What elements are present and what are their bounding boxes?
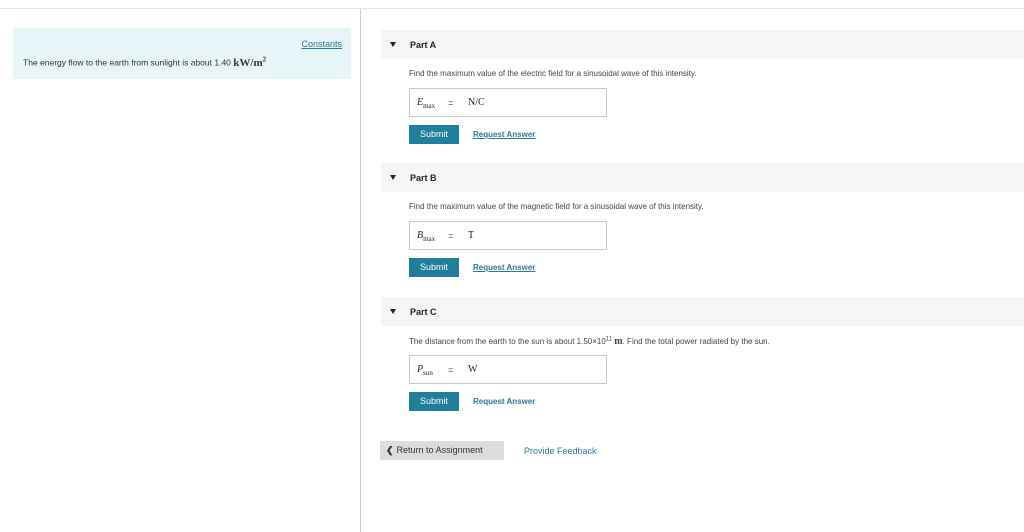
equals-sign: = (448, 231, 454, 241)
collapse-triangle-icon[interactable] (390, 42, 396, 47)
equals-sign: = (448, 98, 454, 108)
part-b-submit-button[interactable]: Submit (409, 258, 459, 277)
part-c-title: Part C (410, 307, 437, 317)
part-c: Part C The distance from the earth to th… (381, 297, 1024, 411)
intro-unit: kW/m2 (233, 55, 267, 69)
answer-variable: Psun (417, 364, 433, 377)
answer-unit: T (468, 230, 475, 241)
part-c-submit-button[interactable]: Submit (409, 392, 459, 411)
top-rule (0, 8, 1024, 9)
problem-intro-panel: Constants The energy flow to the earth f… (13, 28, 351, 79)
part-a-request-answer-link[interactable]: Request Answer (473, 130, 535, 139)
part-b-request-answer-link[interactable]: Request Answer (473, 263, 535, 272)
intro-text: The energy flow to the earth from sunlig… (23, 57, 231, 68)
part-c-header[interactable]: Part C (381, 297, 1024, 326)
part-c-question: The distance from the earth to the sun i… (409, 336, 770, 347)
return-to-assignment-button[interactable]: ❮ Return to Assignment (380, 441, 504, 460)
answer-unit: N/C (468, 97, 485, 108)
part-b-header[interactable]: Part B (381, 163, 1024, 192)
constants-link[interactable]: Constants (301, 39, 342, 49)
chevron-left-icon: ❮ (386, 445, 394, 455)
part-a: Part A Find the maximum value of the ele… (381, 30, 1024, 144)
part-b: Part B Find the maximum value of the mag… (381, 163, 1024, 277)
part-b-title: Part B (410, 173, 437, 183)
equals-sign: = (448, 365, 454, 375)
part-a-submit-button[interactable]: Submit (409, 125, 459, 144)
answer-variable: Bmax (417, 230, 436, 243)
return-label: Return to Assignment (396, 445, 483, 455)
problem-intro: The energy flow to the earth from sunlig… (23, 55, 266, 69)
part-a-question: Find the maximum value of the electric f… (409, 69, 697, 78)
part-b-answer-field[interactable]: Bmax = T (409, 221, 607, 250)
part-a-answer-field[interactable]: Emax = N/C (409, 88, 607, 117)
collapse-triangle-icon[interactable] (390, 309, 396, 314)
collapse-triangle-icon[interactable] (390, 175, 396, 180)
part-a-title: Part A (410, 40, 437, 50)
provide-feedback-link[interactable]: Provide Feedback (524, 446, 597, 456)
part-c-request-answer-link[interactable]: Request Answer (473, 397, 535, 406)
part-c-answer-field[interactable]: Psun = W (409, 355, 607, 384)
answer-unit: W (468, 364, 478, 375)
answer-variable: Emax (417, 97, 436, 110)
part-b-question: Find the maximum value of the magnetic f… (409, 202, 704, 211)
part-a-header[interactable]: Part A (381, 30, 1024, 59)
column-divider (360, 9, 361, 532)
